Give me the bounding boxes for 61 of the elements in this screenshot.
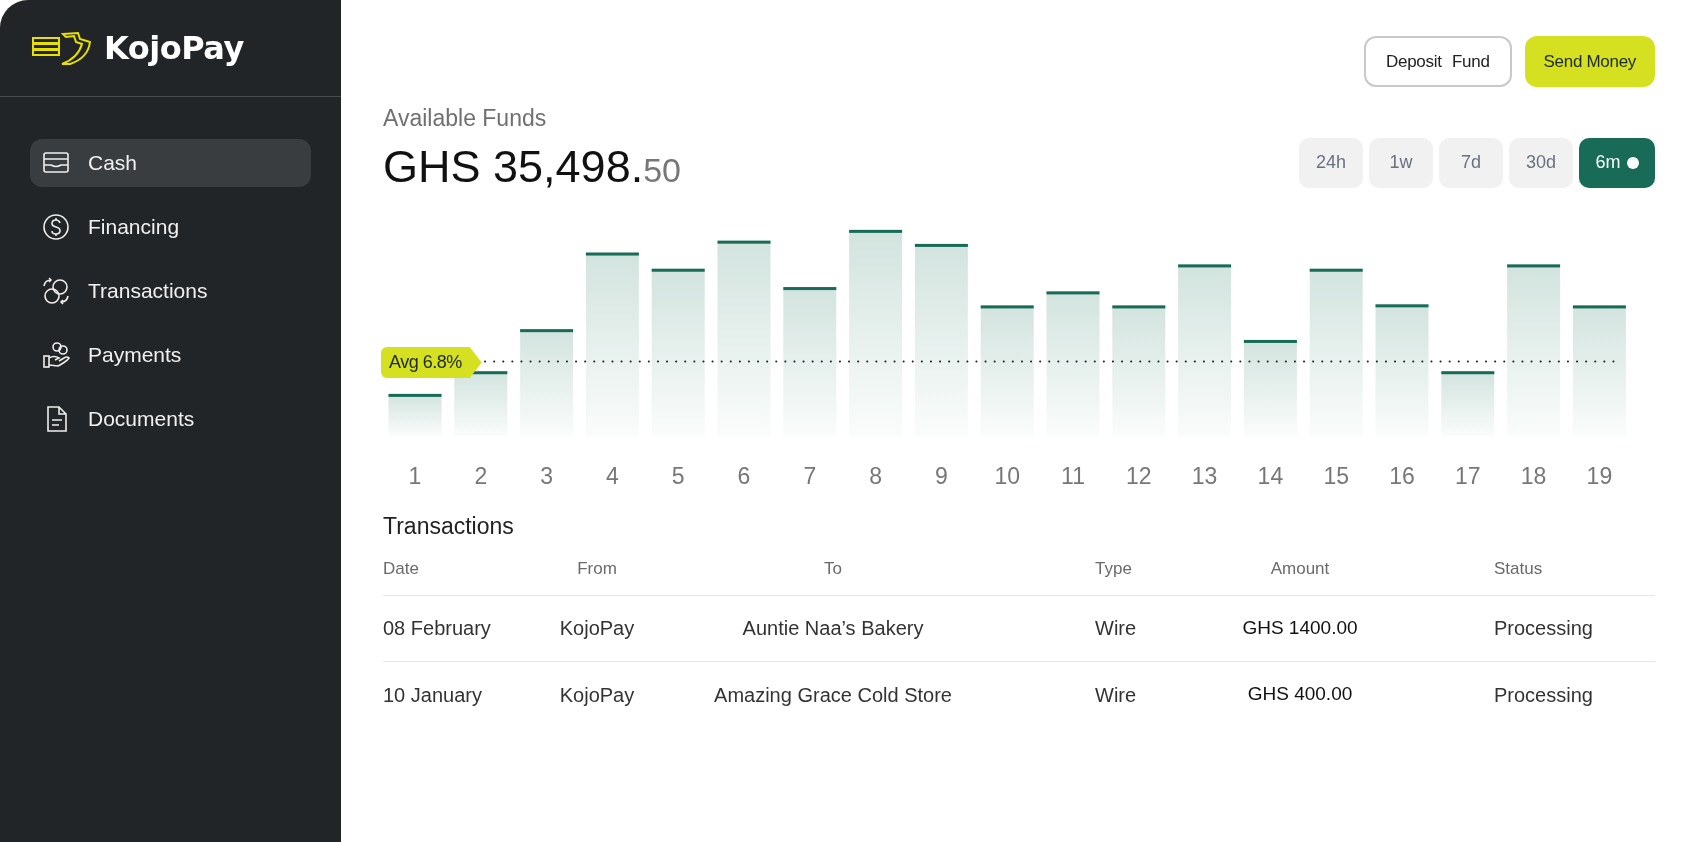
sidebar-item[interactable]: Cash [30,139,311,187]
axis-label: 12 [1126,463,1152,489]
deposit-button[interactable]: Deposit Fund [1364,36,1512,87]
axis-label: 8 [869,463,882,489]
table-cell-text: GHS 1400.00 [1241,615,1359,640]
logo-icon [32,30,92,66]
table-cell-text: KojoPay [558,682,636,708]
sidebar-item[interactable]: Financing [30,203,311,251]
column-header: From [576,558,618,581]
column-header: Date [383,558,420,581]
available-funds-label: Available Funds [383,104,548,133]
table-cell-text: 10 January [383,682,483,708]
axis-label: 7 [803,463,817,489]
table-cell-text: 08 February [383,616,492,641]
axis-label: 5 [671,463,685,489]
brand-name: KojoPay [104,28,244,69]
sidebar-item[interactable]: Payments [30,331,311,379]
axis-label: 3 [540,463,553,489]
table-cell-text: Wire [1094,616,1138,641]
sidebar-item[interactable]: Documents [30,395,311,443]
dollar-coin-icon [42,213,70,241]
table-cell-text: KojoPay [558,616,636,641]
table-cell-text: Auntie Naa’s Bakery [741,616,925,641]
axis-label: 16 [1389,463,1415,489]
axis-label: 13 [1191,463,1218,489]
sidebar-item[interactable]: Transactions [30,267,311,315]
send-money-button[interactable]: Send Money [1524,36,1655,87]
range-tab[interactable]: 30d [1509,137,1573,188]
axis-label: 19 [1586,463,1613,489]
bar [388,393,442,436]
range-tab[interactable]: 1w [1369,137,1433,188]
balance-amount: GHS 35,498.50 [383,141,681,191]
average-tag: Avg 6.8% [381,347,482,378]
axis-label: 6 [737,463,751,489]
section-title: Transactions [383,512,515,541]
bar [1441,371,1495,436]
axis-label: 4 [606,463,619,489]
column-header: Amount [1269,558,1331,581]
axis-label: 10 [994,463,1020,489]
table-cell-text: GHS 400.00 [1246,682,1354,707]
axis-label: 2 [474,463,488,489]
axis-label: 1 [408,463,422,489]
axis-label: 11 [1061,463,1085,489]
column-header: Type [1094,558,1133,581]
axis-label: 17 [1455,463,1481,489]
table-cell-text: Processing [1493,682,1594,708]
table-cell-text: Processing [1493,616,1594,641]
axis-label: 15 [1323,463,1349,489]
table-cell-text: Wire [1094,682,1138,708]
column-header: Status [1493,558,1544,581]
column-header: To [823,558,843,581]
circles-arrows-icon [42,277,70,305]
bar [454,371,508,436]
range-tab[interactable]: 7d [1439,137,1503,188]
axis-label: 14 [1257,463,1284,489]
axis-label: 9 [935,463,948,489]
table-cell-text: Amazing Grace Cold Store [713,682,953,708]
range-tab[interactable]: 6m [1579,137,1655,188]
axis-label: 18 [1520,463,1547,489]
hand-coins-icon [42,341,70,369]
range-tab[interactable]: 24h [1299,137,1363,188]
